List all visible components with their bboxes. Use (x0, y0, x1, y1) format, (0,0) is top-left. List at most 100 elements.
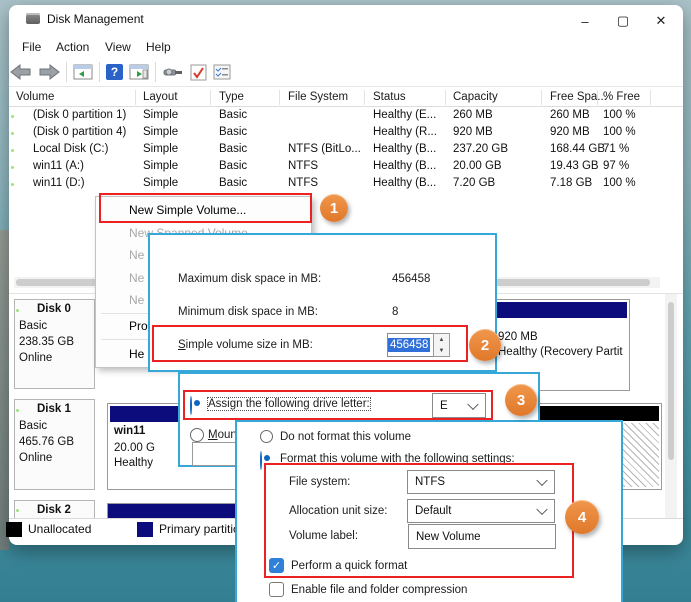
back-icon[interactable] (10, 64, 32, 80)
cell-status: Healthy (E... (373, 109, 436, 121)
col-filesystem[interactable]: File System (288, 91, 348, 103)
col-freespace[interactable]: Free Spa... (550, 91, 607, 103)
toolbar-divider (9, 86, 683, 87)
partition-status: Healthy (Recovery Partit (498, 346, 623, 358)
unallocated-swatch (6, 522, 22, 537)
cell-capacity: 20.00 GB (453, 160, 502, 172)
max-size-label: Maximum disk space in MB: (178, 273, 321, 285)
cell-layout: Simple (143, 160, 178, 172)
legend-primary-label: Primary partition (159, 522, 246, 536)
export-icon[interactable] (162, 64, 184, 80)
col-status[interactable]: Status (373, 91, 406, 103)
disk1-type: Basic (19, 420, 47, 432)
disk1-label-panel[interactable]: Disk 1 Basic 465.76 GB Online (14, 399, 95, 490)
cell-status: Healthy (B... (373, 177, 436, 189)
toolbar-separator (99, 62, 100, 82)
partition-size: 920 MB (498, 331, 538, 343)
cell-layout: Simple (143, 177, 178, 189)
minimize-button[interactable]: – (566, 8, 604, 34)
rescan-check-icon[interactable] (190, 64, 207, 81)
cell-fs: NTFS (BitLo... (288, 143, 361, 155)
no-format-radio[interactable] (260, 430, 273, 443)
properties-list-icon[interactable] (213, 64, 231, 80)
step-badge-4: 4 (565, 500, 599, 534)
table-header: Volume Layout Type File System Status Ca… (9, 88, 683, 107)
table-row[interactable]: win11 (D:) Simple Basic NTFS Healthy (B.… (9, 176, 669, 193)
annotation-box-3 (183, 390, 493, 420)
table-row[interactable]: (Disk 0 partition 4) Simple Basic Health… (9, 125, 669, 142)
disk0-type: Basic (19, 320, 47, 332)
table-row[interactable]: win11 (A:) Simple Basic NTFS Healthy (B.… (9, 159, 669, 176)
cell-free: 19.43 GB (550, 160, 599, 172)
annotation-box-4 (264, 463, 574, 578)
cell-fs: NTFS (288, 160, 318, 172)
compression-label: Enable file and folder compression (291, 584, 467, 596)
format-radio[interactable] (260, 451, 262, 470)
menu-action[interactable]: Action (56, 40, 89, 54)
close-button[interactable]: ✕ (642, 8, 680, 34)
cell-capacity: 237.20 GB (453, 143, 508, 155)
mount-folder-radio[interactable] (190, 428, 204, 442)
table-row[interactable]: Local Disk (C:) Simple Basic NTFS (BitLo… (9, 142, 669, 159)
vertical-scrollbar-thumb[interactable] (668, 302, 674, 460)
disk2-label-panel[interactable]: Disk 2 (14, 500, 95, 520)
compression-checkbox[interactable] (269, 582, 284, 597)
cell-pct: 97 % (603, 160, 629, 172)
disk1-size: 465.76 GB (19, 436, 74, 448)
partition-status: Healthy (114, 457, 153, 469)
window-title: Disk Management (47, 12, 144, 26)
help-icon[interactable]: ? (106, 64, 123, 80)
table-row[interactable]: (Disk 0 partition 1) Simple Basic Health… (9, 108, 669, 125)
partition-size: 20.00 G (114, 442, 155, 454)
cell-type: Basic (219, 160, 247, 172)
annotation-box-1 (99, 193, 312, 223)
menu-help[interactable]: Help (146, 40, 171, 54)
cell-status: Healthy (B... (373, 160, 436, 172)
disk1-name: Disk 1 (37, 403, 71, 415)
cell-volume: Local Disk (C:) (33, 143, 108, 155)
cell-volume: (Disk 0 partition 1) (33, 109, 126, 121)
cell-capacity: 260 MB (453, 109, 493, 121)
action-pane-icon[interactable] (129, 64, 149, 80)
primary-partition-swatch (137, 522, 153, 537)
col-layout[interactable]: Layout (143, 91, 178, 103)
menu-item-disabled: Ne (129, 293, 144, 307)
maximize-button[interactable]: ▢ (604, 8, 642, 34)
svg-text:?: ? (111, 65, 118, 79)
cell-free: 260 MB (550, 109, 590, 121)
col-type[interactable]: Type (219, 91, 244, 103)
disk0-status: Online (19, 352, 52, 364)
partition-name: win11 (114, 425, 145, 437)
col-pctfree[interactable]: % Free (603, 91, 640, 103)
cell-pct: 100 % (603, 177, 636, 189)
vertical-scrollbar[interactable] (665, 294, 677, 518)
disk0-name: Disk 0 (37, 303, 71, 315)
max-size-value: 456458 (392, 273, 430, 285)
mount-path-input[interactable] (192, 442, 236, 466)
wallpaper-edge (0, 230, 9, 550)
toolbar-separator (155, 62, 156, 82)
disk2-partition-strip[interactable] (107, 503, 236, 519)
forward-icon[interactable] (38, 64, 60, 80)
menu-view[interactable]: View (105, 40, 131, 54)
disk0-label-panel[interactable]: Disk 0 Basic 238.35 GB Online (14, 299, 95, 389)
no-format-label: Do not format this volume (280, 431, 411, 443)
disk1-status: Online (19, 452, 52, 464)
cell-volume: win11 (D:) (33, 177, 85, 189)
cell-layout: Simple (143, 143, 178, 155)
col-volume[interactable]: Volume (16, 91, 54, 103)
legend-unallocated-label: Unallocated (28, 522, 91, 536)
menu-item-help[interactable]: He (129, 347, 144, 361)
console-tree-icon[interactable] (73, 64, 93, 80)
cell-type: Basic (219, 109, 247, 121)
menu-item-disabled: Ne (129, 271, 144, 285)
col-capacity[interactable]: Capacity (453, 91, 498, 103)
cell-status: Healthy (R... (373, 126, 437, 138)
min-size-value: 8 (392, 306, 398, 318)
step-badge-2: 2 (469, 329, 501, 361)
cell-capacity: 7.20 GB (453, 177, 495, 189)
menu-file[interactable]: File (22, 40, 41, 54)
menu-item-properties[interactable]: Pro (129, 319, 148, 333)
app-icon (26, 13, 40, 24)
cell-free: 920 MB (550, 126, 590, 138)
